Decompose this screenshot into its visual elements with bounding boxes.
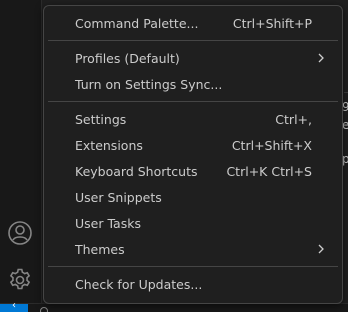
menu-item-label: Settings: [75, 111, 127, 127]
menu-item-profiles[interactable]: Profiles (Default): [48, 45, 338, 71]
menu-item-shortcut: Ctrl+Shift+P: [232, 15, 312, 31]
editor-divider: [344, 92, 348, 93]
menu-item-label: Extensions: [75, 137, 143, 153]
menu-separator: [48, 40, 338, 41]
manage-menu: Command Palette... Ctrl+Shift+P Profiles…: [43, 5, 343, 304]
remote-icon[interactable]: ‹: [0, 300, 28, 312]
menu-item-extensions[interactable]: Extensions Ctrl+Shift+X: [48, 132, 338, 158]
status-bar: ‹: [0, 300, 348, 312]
status-indicator-icon[interactable]: [40, 307, 48, 312]
menu-separator: [48, 101, 338, 102]
menu-item-command-palette[interactable]: Command Palette... Ctrl+Shift+P: [48, 10, 338, 36]
menu-item-label: Check for Updates...: [75, 276, 203, 292]
menu-item-settings-sync[interactable]: Turn on Settings Sync...: [48, 71, 338, 97]
menu-item-shortcut: Ctrl+,: [275, 111, 312, 127]
manage-gear-icon[interactable]: [6, 266, 34, 294]
menu-item-label: User Tasks: [75, 215, 141, 231]
menu-item-shortcut: Ctrl+Shift+X: [231, 137, 312, 153]
menu-item-label: Themes: [75, 241, 125, 257]
activity-bar: [0, 0, 42, 312]
menu-item-settings[interactable]: Settings Ctrl+,: [48, 106, 338, 132]
menu-item-keyboard-shortcuts[interactable]: Keyboard Shortcuts Ctrl+K Ctrl+S: [48, 158, 338, 184]
menu-item-user-tasks[interactable]: User Tasks: [48, 210, 338, 236]
remote-chevron-icon: ‹: [12, 300, 16, 311]
menu-item-label: Turn on Settings Sync...: [75, 76, 223, 92]
menu-item-themes[interactable]: Themes: [48, 236, 338, 262]
menu-item-user-snippets[interactable]: User Snippets: [48, 184, 338, 210]
menu-item-check-for-updates[interactable]: Check for Updates...: [48, 271, 338, 297]
menu-item-shortcut: Ctrl+K Ctrl+S: [226, 163, 312, 179]
menu-item-label: Keyboard Shortcuts: [75, 163, 198, 179]
menu-item-label: User Snippets: [75, 189, 162, 205]
menu-item-label: Profiles (Default): [75, 50, 180, 66]
vscode-window: 9 e p ‹ Command Palette... Ctrl+Shift+P …: [0, 0, 348, 312]
chevron-right-icon: [318, 244, 324, 254]
menu-item-label: Command Palette...: [75, 15, 199, 31]
menu-separator: [48, 266, 338, 267]
account-icon[interactable]: [6, 219, 34, 247]
chevron-right-icon: [318, 53, 324, 63]
